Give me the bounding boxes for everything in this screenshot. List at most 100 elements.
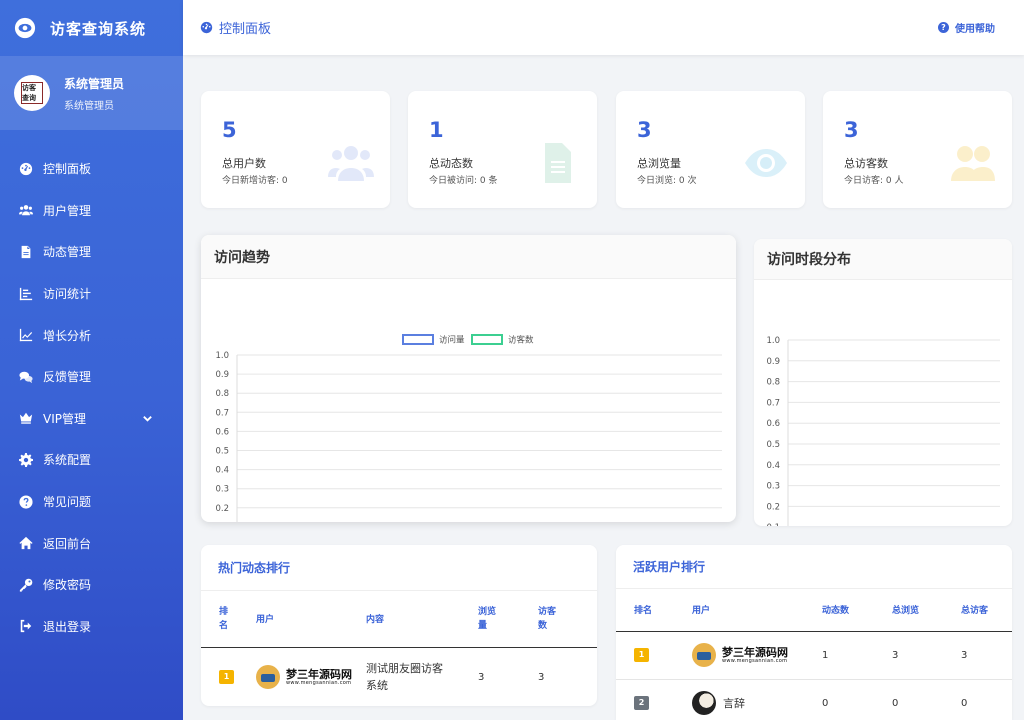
- help-label: 使用帮助: [955, 24, 995, 35]
- user-avatar: [256, 665, 280, 690]
- avatar[interactable]: 访客查询: [14, 75, 50, 111]
- sidebar-item-stats[interactable]: 访问统计: [0, 273, 183, 315]
- table-row[interactable]: 2 言辞 0 0 0: [616, 679, 1012, 720]
- y-tick-label: 1.0: [766, 336, 780, 346]
- y-tick-label: 1.0: [215, 351, 229, 361]
- y-tick-label: 0.3: [215, 485, 229, 495]
- user-logo-url: www.mengsannian.com: [722, 657, 788, 664]
- sidebar-item-logout[interactable]: 退出登录: [0, 606, 183, 648]
- sidebar-item-label: 常见问题: [43, 495, 92, 510]
- profile: 访客查询 系统管理员 系统管理员: [0, 56, 183, 130]
- table-header-row: 排名 用户 动态数 总浏览 总访客: [616, 589, 1012, 631]
- active-users-title: 活跃用户排行: [616, 545, 1012, 589]
- sidebar-item-settings[interactable]: 系统配置: [0, 439, 183, 481]
- stat-sub: 今日被访问: 0 条: [429, 176, 498, 186]
- views-cell: 3: [892, 649, 899, 661]
- dashboard-icon: [200, 21, 213, 34]
- stat-card-posts[interactable]: 1 总动态数 今日被访问: 0 条: [408, 91, 597, 208]
- legend-swatch: [402, 334, 434, 345]
- stat-sub: 今日访客: 0 人: [844, 176, 904, 186]
- y-tick-label: 0.2: [215, 504, 229, 514]
- active-users-card: 活跃用户排行 排名 用户 动态数 总浏览 总访客 1 梦三年源码网 www.me…: [616, 545, 1012, 720]
- stat-card-visitors[interactable]: 3 总访客数 今日访客: 0 人: [823, 91, 1012, 208]
- sidebar-nav: 控制面板 用户管理 动态管理 访问统计 增长分析 反馈管理 VIP管理 系统配置…: [0, 148, 183, 647]
- column-header: 排名: [634, 606, 653, 617]
- sidebar-item-label: 动态管理: [43, 245, 92, 260]
- stat-value: 3: [844, 118, 859, 142]
- y-tick-label: 0.9: [215, 370, 229, 380]
- sidebar-item-label: 修改密码: [43, 578, 92, 593]
- sidebar-item-vip[interactable]: VIP管理: [0, 398, 183, 440]
- y-tick-label: 0.5: [215, 447, 229, 457]
- sidebar-item-posts[interactable]: 动态管理: [0, 231, 183, 273]
- hour-distribution-chart: 1.00.90.80.70.60.50.40.30.20.10: [766, 336, 1000, 526]
- document-icon: [18, 244, 34, 260]
- rank-badge: 1: [634, 648, 649, 662]
- sidebar-item-label: 反馈管理: [43, 370, 92, 385]
- column-header: 访客数: [538, 606, 557, 631]
- sidebar-item-label: 退出登录: [43, 619, 92, 634]
- column-header: 用户: [692, 606, 711, 617]
- sidebar-item-label: 控制面板: [43, 162, 92, 177]
- user-logo-text: 梦三年源码网: [286, 667, 352, 681]
- visitors-icon: [951, 146, 995, 181]
- y-tick-label: 0.9: [766, 357, 780, 367]
- table-row[interactable]: 1 梦三年源码网 www.mengsannian.com 测试朋友圈访客系统 3…: [201, 647, 597, 706]
- table-row[interactable]: 1 梦三年源码网 www.mengsannian.com 1 3 3: [616, 631, 1012, 679]
- column-header: 排名: [219, 606, 229, 631]
- sidebar-item-growth[interactable]: 增长分析: [0, 314, 183, 356]
- sidebar-item-dashboard[interactable]: 控制面板: [0, 148, 183, 190]
- stat-label: 总访客数: [844, 157, 888, 170]
- user-logo-text: 梦三年源码网: [722, 645, 788, 659]
- active-users-table: 排名 用户 动态数 总浏览 总访客 1 梦三年源码网 www.mengsanni…: [616, 589, 1012, 720]
- sidebar-item-home[interactable]: 返回前台: [0, 522, 183, 564]
- sidebar-item-feedback[interactable]: 反馈管理: [0, 356, 183, 398]
- sidebar: 访客查询系统 访客查询 系统管理员 系统管理员 控制面板 用户管理 动态管理 访…: [0, 0, 183, 720]
- user-avatar: [692, 691, 716, 716]
- sidebar-item-label: VIP管理: [43, 411, 86, 426]
- gear-icon: [18, 452, 34, 468]
- user-logo[interactable]: 梦三年源码网 www.mengsannian.com: [692, 643, 822, 667]
- users-icon: [328, 146, 374, 181]
- sidebar-item-users[interactable]: 用户管理: [0, 190, 183, 232]
- y-tick-label: 0.8: [766, 378, 780, 388]
- column-header: 总访客: [961, 606, 989, 617]
- legend-label: 访问量: [439, 335, 465, 346]
- chevron-down-icon[interactable]: [142, 413, 153, 427]
- question-icon: ?: [938, 22, 949, 33]
- legend-label: 访客数: [508, 335, 534, 346]
- profile-role: 系统管理员: [64, 100, 114, 112]
- y-tick-label: 0.3: [766, 482, 780, 492]
- user-logo[interactable]: 梦三年源码网 www.mengsannian.com: [256, 665, 366, 690]
- sidebar-item-label: 访问统计: [43, 287, 92, 302]
- list-chart-icon: [18, 286, 34, 302]
- stat-card-views[interactable]: 3 总浏览量 今日浏览: 0 次: [616, 91, 805, 208]
- stat-card-users[interactable]: 5 总用户数 今日新增访客: 0: [201, 91, 390, 208]
- dashboard-icon: [18, 161, 34, 177]
- y-tick-label: 0.1: [766, 523, 780, 526]
- y-tick-label: 0.4: [766, 461, 780, 471]
- y-tick-label: 0.7: [766, 398, 780, 408]
- visitors-cell: 3: [961, 649, 968, 661]
- y-tick-label: 0.7: [215, 408, 229, 418]
- user-cell[interactable]: 言辞: [692, 691, 822, 716]
- sidebar-item-password[interactable]: 修改密码: [0, 564, 183, 606]
- sidebar-item-faq[interactable]: 常见问题: [0, 481, 183, 523]
- visitors-cell: 0: [961, 697, 968, 709]
- table-header-row: 排名 用户 内容 浏览量 访客数: [201, 591, 597, 647]
- sidebar-item-label: 增长分析: [43, 328, 92, 343]
- help-link[interactable]: ? 使用帮助: [938, 20, 995, 35]
- hour-distribution-title: 访问时段分布: [754, 239, 1012, 280]
- question-icon: [18, 494, 34, 510]
- post-content[interactable]: 测试朋友圈访客系统: [366, 647, 478, 706]
- sidebar-item-label: 用户管理: [43, 203, 92, 218]
- y-tick-label: 0.8: [215, 389, 229, 399]
- brand[interactable]: 访客查询系统: [0, 0, 183, 56]
- sidebar-item-label: 返回前台: [43, 536, 92, 551]
- stat-label: 总浏览量: [637, 157, 681, 170]
- views-cell: 3: [478, 671, 485, 683]
- stat-sub: 今日新增访客: 0: [222, 176, 288, 186]
- user-avatar: [692, 643, 716, 667]
- user-logo-url: www.mengsannian.com: [286, 679, 352, 686]
- hour-distribution-card: 访问时段分布 1.00.90.80.70.60.50.40.30.20.10: [754, 239, 1012, 526]
